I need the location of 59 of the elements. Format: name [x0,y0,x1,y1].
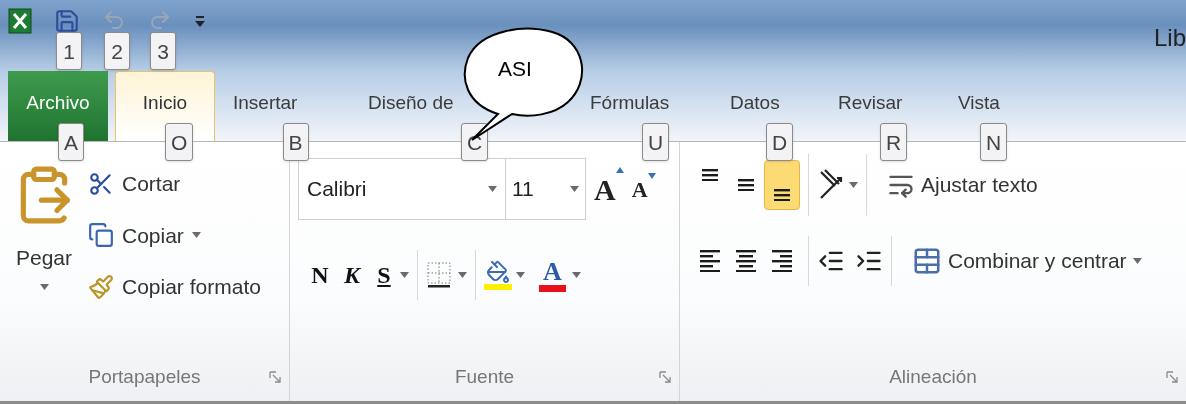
up-triangle-icon [615,166,624,173]
key-tip: D [766,123,794,161]
align-icon [772,249,792,273]
paintbrush-icon [88,273,114,300]
font-color-button[interactable]: A [539,258,566,292]
merge-center-button[interactable]: Combinar y centrar [912,245,1142,277]
caret-icon [191,232,201,239]
caret-icon [570,186,579,192]
caret-icon [516,272,525,278]
key-tip: O [165,123,194,161]
align-button[interactable] [764,160,800,210]
caret-icon [400,272,409,278]
caret-icon [488,186,497,192]
group-label: Portapapeles [88,364,201,389]
clipboard-action[interactable]: Copiar [88,219,261,251]
group-label: Fuente [454,364,515,389]
caret-icon [39,283,49,290]
key-tip: N [980,123,1008,161]
align-icon [738,178,754,192]
key-tip: U [642,123,670,161]
dialog-launcher-icon[interactable] [269,371,281,383]
caret-icon [1132,258,1142,264]
key-tip: B [282,123,309,161]
wrap-text-button[interactable]: Ajustar texto [887,169,1038,201]
key-tip: A [58,123,84,161]
copy-icon [88,222,114,249]
font-style-button[interactable]: S [368,257,400,293]
caret-icon [458,272,467,278]
key-tip: R [880,123,908,161]
align-icon [700,249,720,273]
app-logo-icon[interactable] [8,8,32,34]
align-icon [736,249,756,273]
font-style-button[interactable]: N [304,257,336,293]
borders-icon[interactable] [426,261,452,289]
shrink-font-button[interactable]: A [631,172,656,206]
key-tip: 2 [104,32,130,70]
key-tip: 1 [56,32,82,70]
caret-icon [571,272,581,278]
align-icon [702,169,718,182]
font-name-dropdown[interactable]: Calibri [298,158,506,220]
paste-button[interactable]: Pegar [14,164,74,353]
caret-icon [849,182,858,188]
fill-color-button[interactable] [484,260,512,290]
merge-cells-icon [912,246,942,276]
align-icon [774,188,790,201]
font-size-dropdown[interactable]: 11 [506,158,586,220]
font-style-button[interactable]: K [336,257,368,293]
window-title: Lib [1153,26,1186,50]
clipboard-action[interactable]: Copiar formato [88,271,261,303]
save-icon[interactable] [54,8,80,34]
dialog-launcher-icon[interactable] [659,371,671,383]
down-triangle-icon [647,172,656,179]
scissors-icon [88,170,114,197]
key-tip: 3 [150,32,176,70]
clipboard-action[interactable]: Cortar [88,168,261,200]
group-label: Alineación [889,364,977,389]
grow-font-button[interactable]: A [594,166,624,212]
dialog-launcher-icon[interactable] [1166,371,1178,383]
callout-text: ASI [498,58,532,79]
